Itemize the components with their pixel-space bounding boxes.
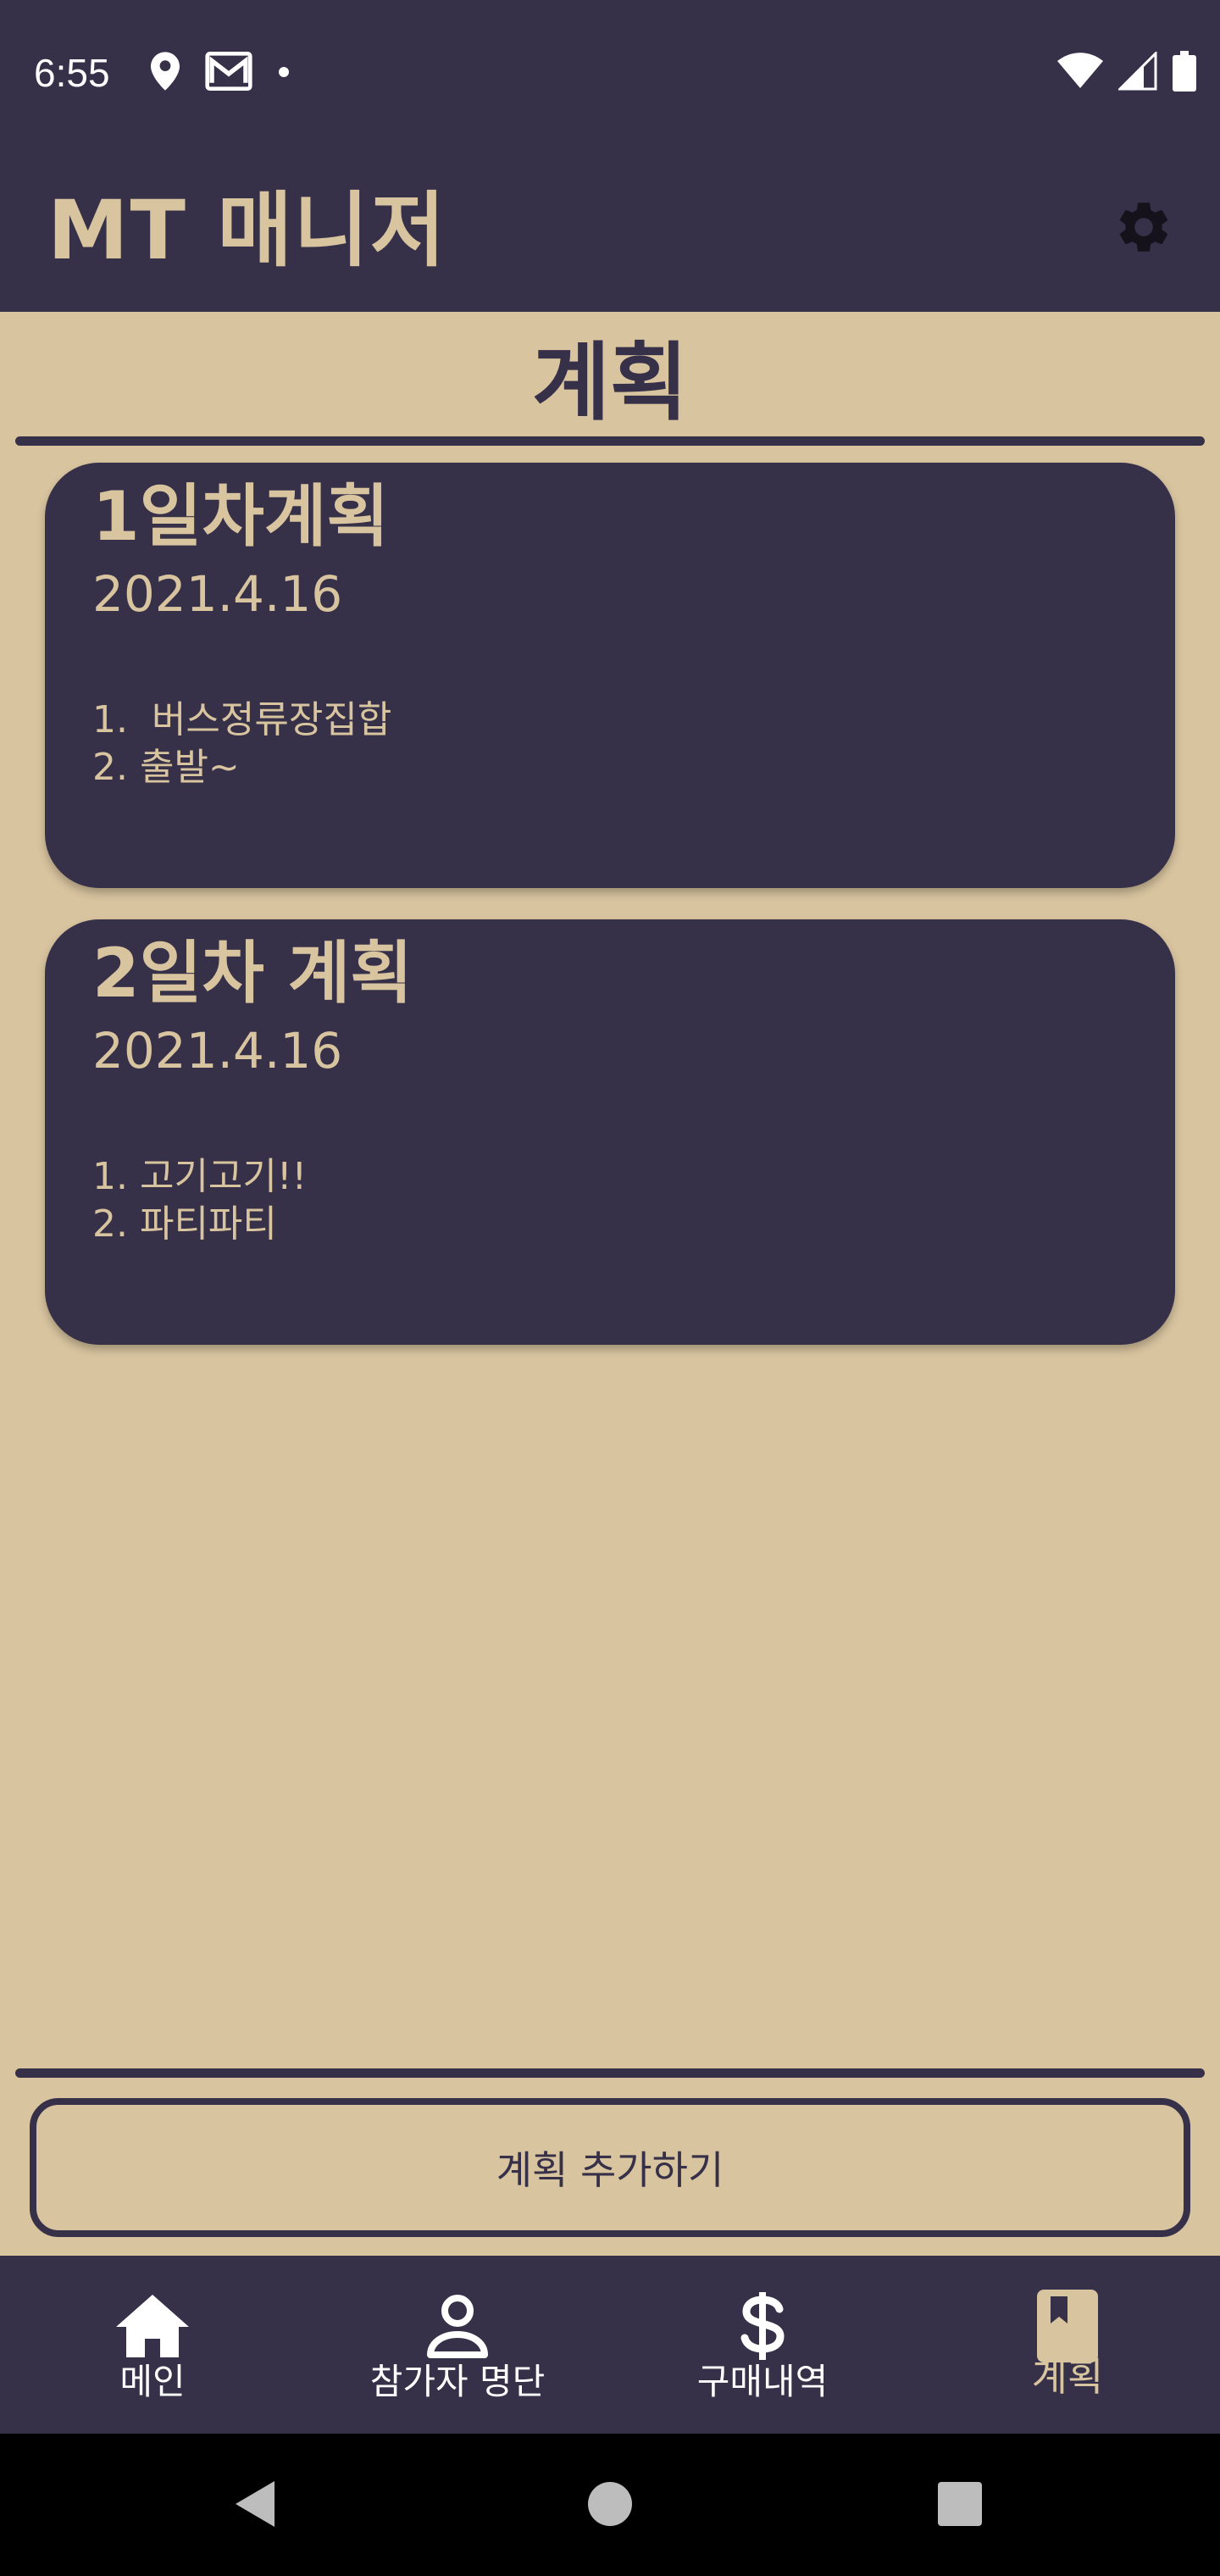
nav-label: 계획 [1031,2354,1104,2400]
status-icons-right [1057,49,1196,97]
home-button[interactable] [580,2476,640,2535]
person-icon [417,2290,498,2362]
plan-card[interactable]: 2일차 계획 2021.4.16 1. 고기고기!! 2. 파티파티 [45,919,1175,1345]
plan-date: 2021.4.16 [92,1022,343,1080]
back-icon [230,2478,278,2534]
dot-icon [278,65,290,81]
dollar-icon [722,2290,803,2362]
recents-icon [937,2481,983,2530]
nav-item-plans[interactable]: 계획 [915,2256,1220,2434]
bottom-nav: 메인 참가자 명단 구매내역 계획 [0,2256,1220,2434]
nav-label: 구매내역 [696,2361,829,2402]
plan-item: 1. 고기고기!! [92,1155,308,1198]
plan-item: 1. 버스정류장집합 [92,698,392,741]
gear-icon [1113,197,1174,261]
nav-item-main[interactable]: 메인 [0,2256,305,2434]
plan-card[interactable]: 1일차계획 2021.4.16 1. 버스정류장집합 2. 출발~ [45,463,1175,888]
status-icons-left [151,49,290,97]
nav-item-purchases[interactable]: 구매내역 [610,2256,915,2434]
system-nav-bar [0,2434,1220,2576]
battery-icon [1173,51,1196,95]
plan-date: 2021.4.16 [92,565,343,623]
plan-item: 2. 출발~ [92,746,240,789]
wifi-icon [1057,53,1103,93]
cell-signal-icon [1117,50,1157,94]
plan-items: 1. 버스정류장집합 2. 출발~ [92,697,391,791]
plan-title: 1일차계획 [92,477,390,556]
recents-button[interactable] [930,2476,990,2535]
plan-title: 2일차 계획 [92,934,413,1013]
plan-item: 2. 파티파티 [92,1202,277,1246]
app-title: MT 매니저 [47,183,447,278]
plan-items: 1. 고기고기!! 2. 파티파티 [92,1153,307,1248]
home-icon [112,2290,193,2362]
nav-label: 참가자 명단 [369,2361,546,2402]
page-title: 계획 [532,333,688,432]
status-time: 6:55 [34,51,110,95]
nav-item-participants[interactable]: 참가자 명단 [305,2256,610,2434]
app-bar: MT 매니저 [0,146,1220,312]
top-divider [15,436,1205,446]
home-circle-icon [587,2481,633,2530]
gmail-icon [205,52,252,94]
add-plan-button[interactable]: 계획 추가하기 [30,2098,1190,2237]
bottom-divider [15,2068,1205,2078]
status-bar: 6:55 [0,0,1220,146]
settings-button[interactable] [1108,193,1179,264]
bookmark-book-icon [1027,2290,1108,2362]
nav-label: 메인 [119,2361,186,2402]
location-icon [151,52,180,94]
back-button[interactable] [225,2476,284,2535]
